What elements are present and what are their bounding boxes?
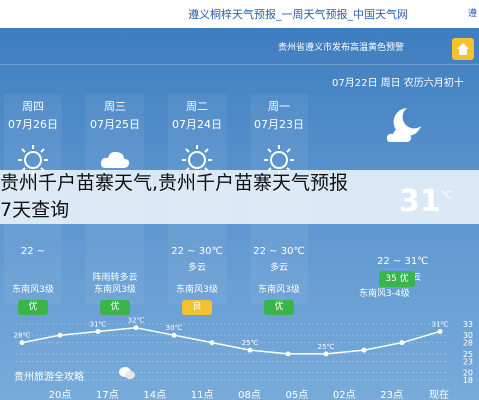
hourly-chart-svg: 3330282523201828℃31℃ 32℃30℃25℃ 25℃31℃20点 17… [14,317,473,400]
wind-label: 东南风3级 [12,285,54,295]
temp-point [57,332,63,338]
x-tick-label: 11点 [191,389,214,400]
today-wind: 东南风3-4级 [359,289,410,299]
temp-range: 22 ~ 30℃ [253,246,305,257]
today-aqi-badge: 35 优 [379,271,415,287]
temp-point [19,340,25,346]
page-header: 遵义桐梓天气预报_一周天气预报_中国天气网 遵 [0,0,479,28]
x-tick-label: 20点 [49,389,72,400]
x-tick-label: 05点 [286,389,309,400]
temp-point-label: 31℃ [432,320,449,328]
today-date: 07月22日 周日 农历六月初十 [332,78,464,89]
wechat-logo-icon [119,367,135,379]
wind-label: 东南风3级 [176,285,218,295]
aqi-badge: 良 [182,300,212,315]
date-label: 07月24日 [172,118,222,131]
moon-cloud-icon [386,108,421,142]
page-title: 遵义桐梓天气预报_一周天气预报_中国天气网 [188,8,408,21]
alert-bar[interactable]: 贵州省遵义市发布高温黄色预警 [0,34,479,60]
y-tick-label: 33 [463,320,473,329]
weekday-label: 周四 [22,100,44,113]
temp-point-label: 25℃ [242,339,259,347]
x-tick-label: 23点 [380,389,403,400]
temp-range: 22 ~ [20,246,46,257]
overlay-line-2: 7天查询 [0,199,70,221]
weekday-label: 周三 [104,100,126,113]
desc-label: 多云 [187,263,206,273]
today-range: 22 ~ 31℃ [377,256,429,267]
temp-point [171,332,177,338]
temp-point-label: 31℃ [90,320,107,328]
temp-point [209,340,215,346]
temp-point [437,328,443,334]
home-button[interactable] [452,38,474,60]
x-tick-label: 17点 [96,389,119,400]
weekday-label: 周二 [186,100,208,113]
date-label: 07月25日 [90,118,140,131]
x-tick-label: 02点 [333,389,356,400]
wind-label: 东南风3级 [94,285,136,295]
temp-point-label: 25℃ [318,343,335,351]
temp-point [361,347,367,353]
temp-point [247,347,253,353]
temp-range: 22 ~ 30℃ [171,246,223,257]
alert-text[interactable]: 贵州省遵义市发布高温黄色预警 [278,40,404,53]
temp-point [285,351,291,357]
temp-point [133,325,139,331]
y-tick-label: 23 [463,357,473,366]
hourly-temp-chart: 33 30 28 25 23 20 18 28℃ 31℃ 32℃ 30℃ 25℃ 25℃ 31℃ 20点 17… [0,316,479,400]
desc-label: 多云 [269,263,288,273]
overlay-line-1: 贵州千户苗寨天气,贵州千户苗寨天气预报 [0,172,349,194]
aqi-badge: 优 [264,300,294,315]
header-edge-text: 遵 [467,9,477,19]
x-tick-label: 现在 [429,389,449,400]
date-label: 07月26日 [8,118,58,131]
divider [0,64,479,65]
brand-watermark: 贵州旅游全攻略 [14,372,84,383]
temp-point-label: 28℃ [14,332,31,340]
temp-point-label: 32℃ [128,317,145,325]
overlay-caption: 贵州千户苗寨天气,贵州千户苗寨天气预报 7天查询 [0,170,479,224]
weekday-label: 周一 [268,100,290,113]
temp-point [399,340,405,346]
aqi-badge: 优 [100,300,130,315]
wind-label: 东南风3级 [258,285,300,295]
temp-point [95,328,101,334]
x-tick-label: 08点 [238,389,261,400]
aqi-badge: 优 [18,300,48,315]
temp-point-label: 30℃ [166,324,183,332]
home-icon [457,43,469,55]
temp-series-line [21,326,441,355]
x-tick-label: 14点 [143,389,166,400]
y-tick-label: 28 [463,339,473,348]
y-tick-label: 18 [463,376,473,385]
date-label: 07月23日 [254,118,304,131]
temp-point [323,351,329,357]
